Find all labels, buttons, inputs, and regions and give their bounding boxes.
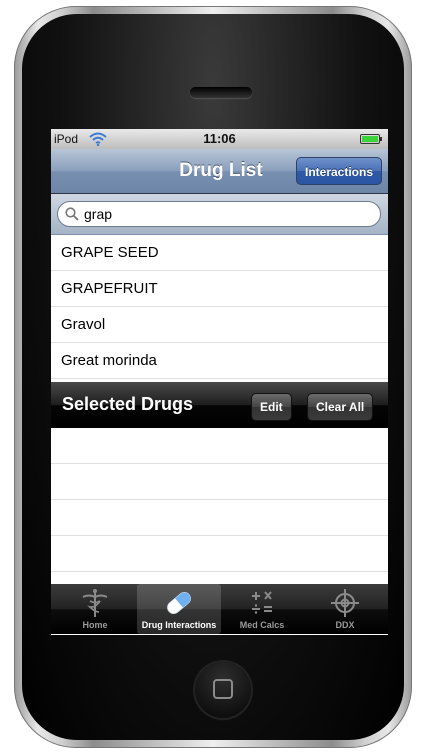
tab-med-calcs[interactable]: Med Calcs (220, 584, 304, 634)
empty-row (51, 464, 388, 500)
page-title: Drug List (179, 160, 263, 181)
app-screen: iPod 11:06 Drug List Interactions GRAPE … (51, 129, 388, 635)
empty-row (51, 500, 388, 536)
search-icon (65, 207, 79, 221)
home-button[interactable] (195, 662, 251, 718)
interactions-button[interactable]: Interactions (295, 157, 382, 185)
battery-icon (360, 134, 382, 144)
tab-label: Home (82, 620, 108, 630)
empty-row (51, 428, 388, 464)
navigation-bar: Drug List Interactions (51, 149, 388, 194)
status-time: 11:06 (203, 131, 236, 146)
empty-row (51, 536, 388, 572)
earpiece-speaker (190, 87, 252, 98)
carrier-label: iPod (54, 132, 79, 146)
tab-home[interactable]: Home (53, 584, 137, 634)
list-item[interactable]: GRAPEFRUIT (51, 271, 388, 307)
calculator-icon (252, 591, 272, 614)
drug-results-list: GRAPE SEED GRAPEFRUIT Gravol Great morin… (51, 235, 388, 379)
search-field[interactable] (57, 201, 381, 227)
search-bar (51, 194, 388, 235)
list-item[interactable]: Great morinda (51, 343, 388, 379)
tab-label: Med Calcs (239, 620, 285, 630)
wifi-icon (89, 132, 107, 146)
crosshair-icon (331, 589, 359, 617)
edit-button[interactable]: Edit (251, 393, 292, 421)
tab-bar: Home Drug Interactions Med Calcs DDX (51, 584, 388, 634)
section-title: Selected Drugs (62, 394, 194, 414)
clear-all-button[interactable]: Clear All (307, 393, 374, 421)
search-input[interactable] (82, 205, 366, 223)
tab-ddx[interactable]: DDX (303, 584, 387, 634)
selected-drugs-list (51, 428, 388, 572)
selected-drugs-header: Selected Drugs Edit Clear All (51, 382, 388, 428)
tab-label: DDX (335, 620, 355, 630)
pill-icon (167, 592, 191, 614)
tab-label: Drug Interactions (141, 620, 217, 630)
home-button-icon (213, 679, 233, 699)
tab-drug-interactions[interactable]: Drug Interactions (137, 584, 221, 634)
caduceus-icon (82, 589, 108, 617)
list-item[interactable]: GRAPE SEED (51, 235, 388, 271)
list-item[interactable]: Gravol (51, 307, 388, 343)
status-bar: iPod 11:06 (51, 129, 388, 149)
